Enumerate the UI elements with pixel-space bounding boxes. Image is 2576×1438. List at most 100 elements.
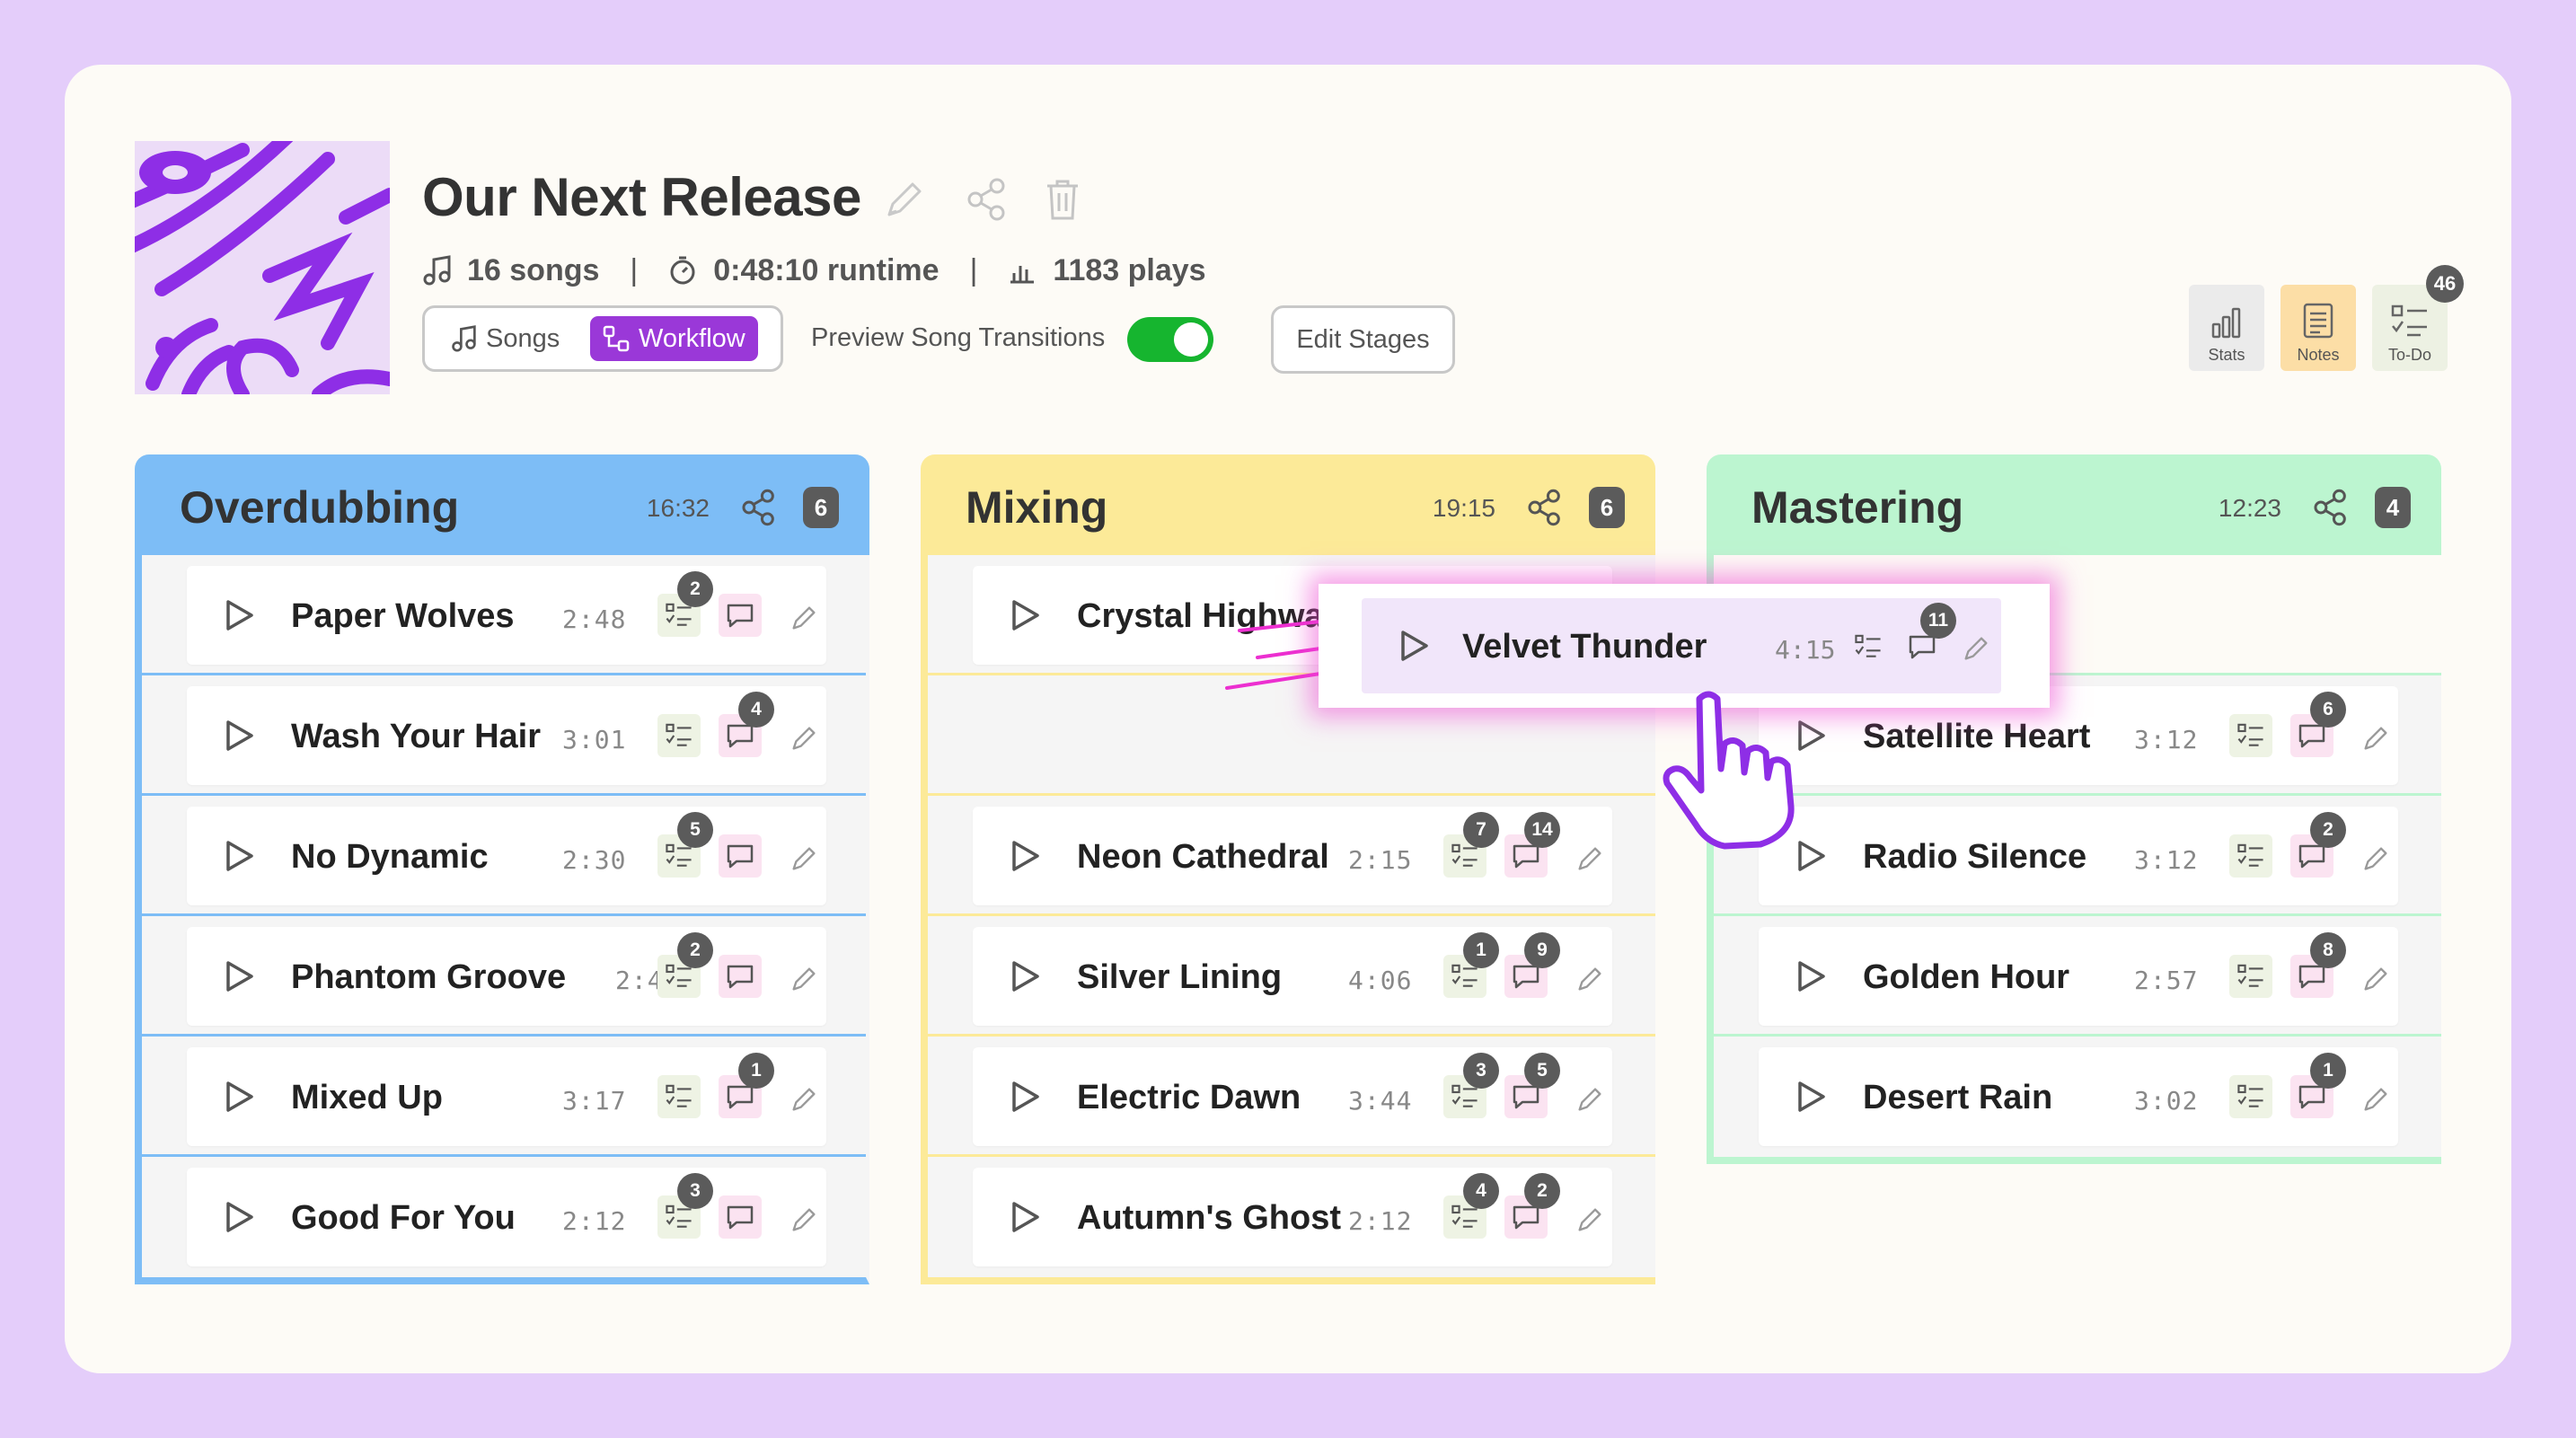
trash-icon[interactable]	[1038, 175, 1087, 224]
song-title: Golden Hour	[1863, 958, 2070, 996]
song-card[interactable]: Radio Silence 3:12 2	[1759, 807, 2398, 905]
todo-button[interactable]	[2229, 834, 2272, 878]
comment-button[interactable]: 4	[719, 692, 774, 757]
preview-transitions-toggle[interactable]	[1127, 317, 1213, 362]
play-icon[interactable]	[1795, 959, 1827, 993]
edit-button[interactable]	[1568, 1078, 1611, 1121]
comment-count-badge: 4	[738, 692, 774, 728]
share-icon[interactable]	[1524, 487, 1566, 528]
edit-button[interactable]	[782, 1078, 825, 1121]
todo-button[interactable]: 4	[1443, 1173, 1499, 1239]
play-icon[interactable]	[1009, 1200, 1041, 1234]
comment-count-badge: 6	[2310, 692, 2346, 728]
play-icon[interactable]	[1009, 598, 1041, 632]
play-icon[interactable]	[223, 598, 255, 632]
play-icon[interactable]	[1795, 1080, 1827, 1114]
pencil-icon	[792, 967, 816, 991]
todo-button[interactable]: 3	[657, 1173, 713, 1239]
play-icon[interactable]	[1398, 629, 1430, 663]
pencil-icon[interactable]	[880, 175, 929, 224]
comment-count-badge: 11	[1920, 603, 1956, 639]
todo-button[interactable]	[1847, 625, 1890, 668]
edit-button[interactable]	[2354, 957, 2397, 1001]
column-title: Mastering	[1751, 482, 1964, 533]
comment-button[interactable]	[719, 955, 762, 998]
edit-stages-button[interactable]: Edit Stages	[1271, 305, 1455, 374]
column-header: Overdubbing 16:32 6	[135, 454, 869, 555]
workflow-tab[interactable]: Workflow	[590, 316, 758, 361]
songs-tab[interactable]: Songs	[437, 316, 572, 361]
share-icon[interactable]	[963, 175, 1011, 224]
share-icon[interactable]	[2310, 487, 2351, 528]
play-icon[interactable]	[223, 839, 255, 873]
song-card[interactable]: Wash Your Hair 3:01 4	[187, 686, 826, 785]
comment-button[interactable]	[719, 594, 762, 637]
todo-button[interactable]: 1	[1443, 932, 1499, 998]
todo-button[interactable]: To-Do 46	[2372, 265, 2464, 371]
edit-button[interactable]	[782, 1198, 825, 1241]
todo-button[interactable]	[657, 1075, 701, 1118]
edit-button[interactable]	[782, 957, 825, 1001]
todo-button[interactable]: 7	[1443, 812, 1499, 878]
song-card[interactable]: Mixed Up 3:17 1	[187, 1047, 826, 1146]
play-icon[interactable]	[1009, 1080, 1041, 1114]
song-title: Desert Rain	[1863, 1079, 2053, 1116]
song-card[interactable]: Good For You 2:12 3	[187, 1168, 826, 1266]
play-icon[interactable]	[223, 959, 255, 993]
share-icon[interactable]	[738, 487, 780, 528]
comment-button[interactable]: 1	[719, 1053, 774, 1118]
music-note-icon	[452, 325, 476, 352]
song-card[interactable]: Neon Cathedral 2:15 7 14	[973, 807, 1612, 905]
edit-button[interactable]	[782, 837, 825, 880]
comment-button[interactable]: 9	[1504, 932, 1560, 998]
pencil-icon	[2364, 727, 2387, 750]
todo-button[interactable]	[2229, 1075, 2272, 1118]
play-icon[interactable]	[1009, 839, 1041, 873]
song-card[interactable]: Paper Wolves 2:48 2	[187, 566, 826, 665]
edit-button[interactable]	[782, 717, 825, 760]
todo-button[interactable]	[2229, 955, 2272, 998]
comment-button[interactable]: 8	[2290, 932, 2346, 998]
play-icon[interactable]	[223, 1200, 255, 1234]
comment-button[interactable]: 2	[2290, 812, 2346, 878]
todo-button[interactable]: 2	[657, 571, 713, 637]
stats-button[interactable]: Stats	[2189, 285, 2264, 371]
song-card[interactable]: Autumn's Ghost 2:12 4 2	[973, 1168, 1612, 1266]
todo-button[interactable]: 2	[657, 932, 713, 998]
todo-button[interactable]: 3	[1443, 1053, 1499, 1118]
edit-button[interactable]	[2354, 837, 2397, 880]
todo-button[interactable]	[657, 714, 701, 757]
edit-button[interactable]	[2354, 1078, 2397, 1121]
song-card[interactable]: Phantom Groove 2:44 2	[187, 927, 826, 1026]
notes-button[interactable]: Notes	[2280, 285, 2356, 371]
edit-button[interactable]	[1568, 1198, 1611, 1241]
song-duration: 4:15	[1775, 635, 1836, 665]
song-duration: 2:12	[562, 1206, 627, 1236]
song-card[interactable]: Golden Hour 2:57 8	[1759, 927, 2398, 1026]
comment-button[interactable]: 2	[1504, 1173, 1560, 1239]
song-card[interactable]: Silver Lining 4:06 1 9	[973, 927, 1612, 1026]
todo-button[interactable]	[2229, 714, 2272, 757]
comment-button[interactable]: 11	[1901, 603, 1956, 668]
todo-button[interactable]: 5	[657, 812, 713, 878]
comment-button[interactable]: 5	[1504, 1053, 1560, 1118]
comment-button[interactable]: 14	[1504, 812, 1560, 878]
play-icon[interactable]	[223, 1080, 255, 1114]
song-card[interactable]: Electric Dawn 3:44 3 5	[973, 1047, 1612, 1146]
comment-button[interactable]: 6	[2290, 692, 2346, 757]
song-title: Good For You	[291, 1199, 516, 1237]
play-icon[interactable]	[223, 719, 255, 753]
edit-button[interactable]	[2354, 717, 2397, 760]
song-row: Paper Wolves 2:48 2	[142, 555, 866, 675]
comment-button[interactable]	[719, 834, 762, 878]
comment-button[interactable]: 1	[2290, 1053, 2346, 1118]
song-card[interactable]: No Dynamic 2:30 5	[187, 807, 826, 905]
comment-button[interactable]	[719, 1195, 762, 1239]
edit-button[interactable]	[782, 596, 825, 640]
play-icon[interactable]	[1009, 959, 1041, 993]
song-card[interactable]: Desert Rain 3:02 1	[1759, 1047, 2398, 1146]
edit-button[interactable]	[1568, 837, 1611, 880]
release-meta: 16 songs | 0:48:10 runtime | 1183 plays	[422, 250, 1206, 291]
edit-button[interactable]	[1954, 627, 1998, 670]
edit-button[interactable]	[1568, 957, 1611, 1001]
